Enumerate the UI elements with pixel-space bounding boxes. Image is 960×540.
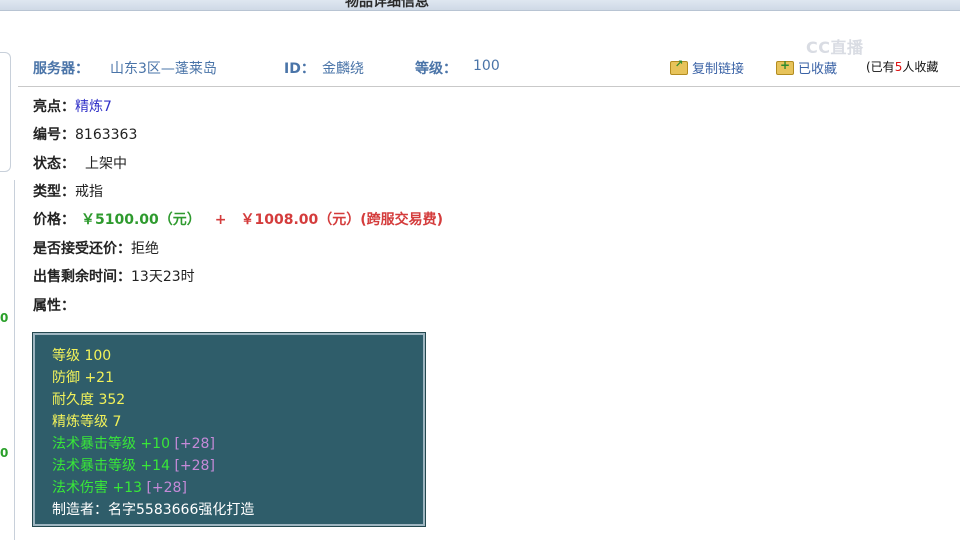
attr-damage: 法术伤害 +13 [+28] <box>52 477 187 497</box>
attr-damage-bonus: [+28] <box>146 480 187 496</box>
price-value: ￥5100.00（元） <box>81 212 201 228</box>
bargain-label: 是否接受还价： <box>33 241 131 257</box>
left-number: 0 <box>0 446 9 460</box>
number-label: 编号： <box>33 127 75 143</box>
copy-link-label: 复制链接 <box>692 62 745 77</box>
left-number: 0 <box>0 311 9 325</box>
attr-crit-1-text: 法术暴击等级 +10 <box>52 436 170 452</box>
favorite-button[interactable]: 已收藏 <box>776 58 837 77</box>
page-title: 物品详细信息 <box>345 0 429 10</box>
attr-label: 属性： <box>33 298 75 314</box>
title-bar: 物品详细信息 <box>0 0 960 11</box>
left-divider <box>14 180 15 540</box>
status-value: 上架中 <box>85 156 127 172</box>
number-row: 编号：8163363 <box>33 125 137 145</box>
attr-crit-2: 法术暴击等级 +14 [+28] <box>52 455 215 475</box>
server-value: 山东3区—蓬莱岛 <box>110 61 217 77</box>
attr-damage-text: 法术伤害 +13 <box>52 480 142 496</box>
attr-level: 等级 100 <box>52 348 112 364</box>
attr-maker: 制造者：名字5583666强化打造 <box>52 502 255 518</box>
bargain-row: 是否接受还价：拒绝 <box>33 239 159 259</box>
time-value: 13天23时 <box>131 269 195 285</box>
attribute-tooltip: 等级 100 防御 +21 耐久度 352 精炼等级 7 法术暴击等级 +10 … <box>32 332 426 527</box>
status-row: 状态： 上架中 <box>33 154 127 174</box>
bargain-value: 拒绝 <box>131 241 159 257</box>
favorite-count-suffix: 人收藏 <box>902 60 939 74</box>
fee-value: ￥1008.00（元）(跨服交易费) <box>240 212 444 228</box>
price-label: 价格： <box>33 212 75 228</box>
folder-share-icon <box>670 59 688 75</box>
attr-durability: 耐久度 352 <box>52 392 126 408</box>
attr-crit-1: 法术暴击等级 +10 [+28] <box>52 433 215 453</box>
price-plus: + <box>214 212 227 228</box>
favorite-count-prefix: (已有 <box>866 60 895 74</box>
price-row: 价格： ￥5100.00（元） + ￥1008.00（元）(跨服交易费) <box>33 210 443 230</box>
server-label: 服务器： <box>33 61 89 77</box>
favorite-label: 已收藏 <box>798 62 838 77</box>
folder-add-icon <box>776 58 794 75</box>
level-value: 100 <box>473 58 500 74</box>
attr-refine: 精炼等级 7 <box>52 414 122 430</box>
attr-crit-2-text: 法术暴击等级 +14 <box>52 458 170 474</box>
highlight-value: 精炼7 <box>75 99 112 115</box>
highlight-row: 亮点：精炼7 <box>33 97 112 117</box>
highlight-label: 亮点： <box>33 99 75 115</box>
time-row: 出售剩余时间：13天23时 <box>33 267 195 287</box>
id-value: 金麟绕 <box>322 61 364 77</box>
attr-crit-2-bonus: [+28] <box>174 458 215 474</box>
number-value: 8163363 <box>75 127 138 143</box>
favorite-count: (已有5人收藏 <box>866 58 938 75</box>
left-panel <box>0 52 11 172</box>
copy-link-button[interactable]: 复制链接 <box>670 58 744 77</box>
status-label: 状态： <box>33 156 75 172</box>
id-label: ID： <box>284 61 315 77</box>
attr-row: 属性： <box>33 296 75 316</box>
type-value: 戒指 <box>75 184 103 200</box>
type-label: 类型： <box>33 184 75 200</box>
level-label: 等级： <box>415 61 457 77</box>
type-row: 类型：戒指 <box>33 182 103 202</box>
time-label: 出售剩余时间： <box>33 269 131 285</box>
attr-defense: 防御 +21 <box>52 370 114 386</box>
watermark-logo: CC直播 <box>806 38 864 57</box>
attr-crit-1-bonus: [+28] <box>174 436 215 452</box>
